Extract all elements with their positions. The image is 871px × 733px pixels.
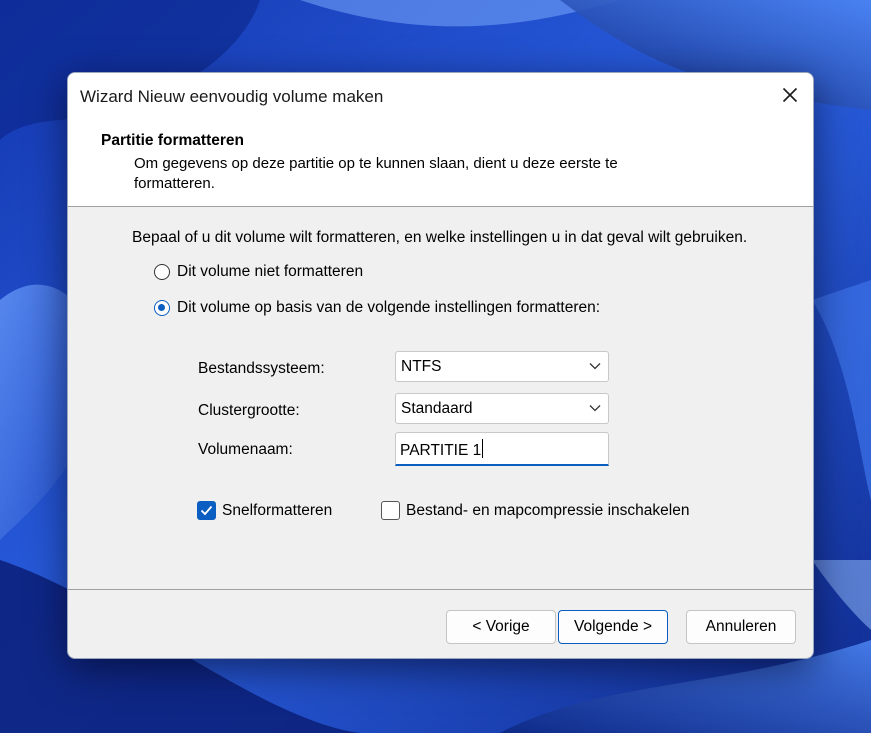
cluster-size-label: Clustergrootte: [198,402,300,419]
footer-divider [68,589,813,590]
radio-do-not-format[interactable]: Dit volume niet formatteren [154,263,363,281]
wizard-dialog: Wizard Nieuw eenvoudig volume maken Part… [67,72,814,659]
compression-checkbox[interactable]: Bestand- en mapcompressie inschakelen [381,501,689,520]
volume-name-label: Volumenaam: [198,441,293,458]
cancel-button[interactable]: Annuleren [686,610,796,644]
checkmark-icon [200,505,213,516]
window-title: Wizard Nieuw eenvoudig volume maken [80,87,384,106]
back-button[interactable]: < Vorige [446,610,556,644]
checkbox-box[interactable] [381,501,400,520]
chevron-down-icon [589,405,601,412]
checkbox-label: Bestand- en mapcompressie inschakelen [406,501,690,519]
radio-button[interactable] [154,264,170,280]
volume-name-value: PARTITIE 1 [400,442,482,459]
checkbox-box[interactable] [197,501,216,520]
quick-format-checkbox[interactable]: Snelformatteren [197,501,332,520]
close-icon [782,87,798,103]
cluster-size-select[interactable]: Standaard [395,393,609,424]
filesystem-value: NTFS [401,358,442,375]
wizard-header: Partitie formatteren Om gegevens op deze… [68,117,813,207]
step-description: Om gegevens op deze partitie op te kunne… [134,155,618,192]
filesystem-label: Bestandssysteem: [198,360,325,377]
radio-label: Dit volume op basis van de volgende inst… [177,299,601,316]
text-caret [482,439,484,458]
intro-text: Bepaal of u dit volume wilt formatteren,… [132,229,748,246]
filesystem-select[interactable]: NTFS [395,351,609,382]
volume-name-input[interactable]: PARTITIE 1 [395,432,609,466]
checkbox-label: Snelformatteren [222,501,333,519]
cluster-size-value: Standaard [401,400,473,417]
radio-button[interactable] [154,300,170,316]
title-bar: Wizard Nieuw eenvoudig volume maken [68,73,813,117]
radio-format-with-settings[interactable]: Dit volume op basis van de volgende inst… [154,299,600,317]
chevron-down-icon [589,363,601,370]
next-button[interactable]: Volgende > [558,610,668,644]
radio-label: Dit volume niet formatteren [177,263,364,280]
close-button[interactable] [767,73,813,117]
step-title: Partitie formatteren [101,132,244,149]
